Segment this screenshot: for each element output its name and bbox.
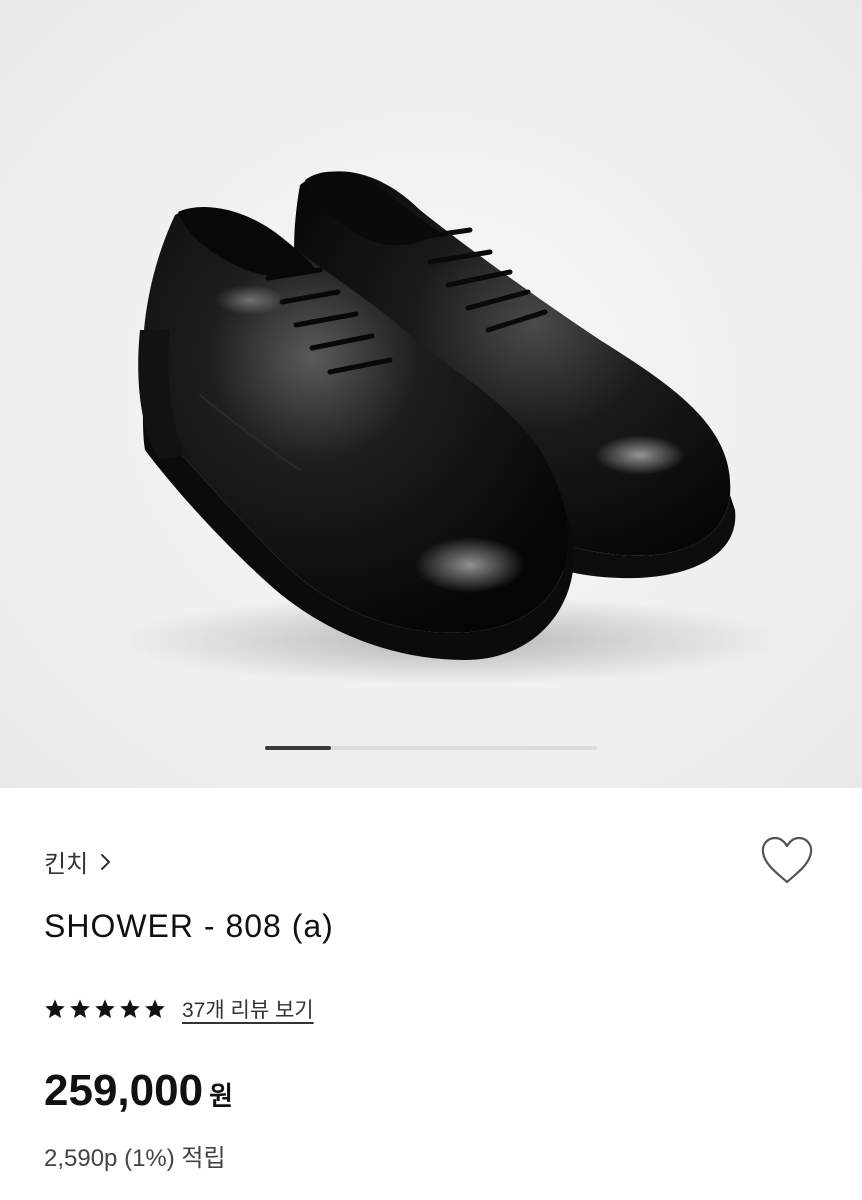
price-unit: 원 [209,1081,233,1111]
price-value: 259,000 [44,1066,204,1115]
price: 259,000 원 [44,1066,233,1116]
star-filled-icon [70,999,90,1018]
product-image-gallery[interactable] [0,0,862,788]
heart-outline-icon[interactable] [758,834,816,888]
product-image [120,171,780,685]
star-filled-icon [45,999,65,1018]
star-filled-icon [120,999,140,1018]
slide-indicator-active [265,746,332,750]
brand-name: 킨치 [44,851,89,878]
product-title: SHOWER - 808 (a) [44,908,334,944]
star-filled-icon [145,999,165,1018]
rating-row: 37개 리뷰 보기 [44,994,314,1024]
star-filled-icon [95,999,115,1018]
review-link[interactable]: 37개 리뷰 보기 [182,994,314,1024]
reward-points: 2,590p (1%) 적립 [44,1145,226,1172]
product-info: 킨치 SHOWER - 808 (a) 37개 리뷰 보기 259,000 원 … [0,788,862,1200]
brand-link[interactable]: 킨치 [44,844,112,879]
slide-indicator [265,746,597,750]
star-rating [44,998,166,1020]
chevron-right-icon [101,853,111,870]
